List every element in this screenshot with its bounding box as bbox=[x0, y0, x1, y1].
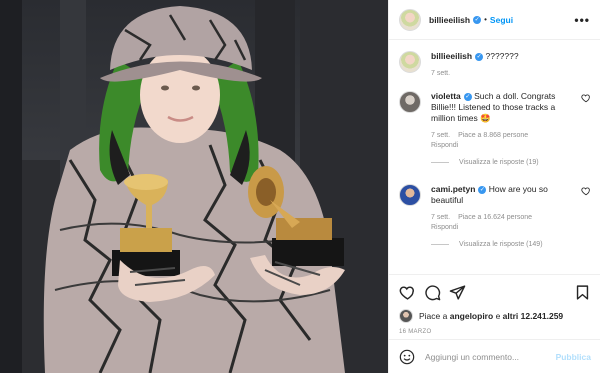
more-icon[interactable]: ••• bbox=[574, 13, 590, 27]
emoji-icon[interactable] bbox=[399, 349, 415, 365]
commenter-avatar[interactable] bbox=[399, 91, 421, 113]
likes-count[interactable]: altri 12.241.259 bbox=[503, 311, 564, 321]
comment-time[interactable]: 7 sett. bbox=[431, 132, 450, 139]
photo-illustration bbox=[0, 0, 388, 373]
verified-icon: ✓ bbox=[463, 92, 472, 101]
follow-button[interactable]: Segui bbox=[490, 15, 513, 25]
caption-text: ??????? bbox=[485, 51, 519, 61]
author-avatar[interactable] bbox=[399, 8, 421, 31]
view-replies-label: Visualizza le risposte (19) bbox=[459, 159, 539, 166]
verified-icon: ✓ bbox=[473, 15, 482, 24]
comment-time[interactable]: 7 sett. bbox=[431, 214, 450, 221]
header-separator: • bbox=[484, 15, 487, 24]
share-icon[interactable] bbox=[449, 284, 466, 301]
reply-button[interactable]: Rispondi bbox=[431, 142, 458, 149]
comment-item: violetta ✓ Such a doll. Congrats Billie!!… bbox=[399, 91, 591, 166]
likes-prefix: Piace a bbox=[419, 311, 448, 321]
caption-username[interactable]: billieeilish bbox=[431, 51, 472, 61]
replies-divider bbox=[431, 162, 449, 163]
view-replies[interactable]: Visualizza le risposte (149) bbox=[431, 241, 591, 248]
comment-username[interactable]: cami.petyn bbox=[431, 184, 475, 194]
verified-icon: ✓ bbox=[475, 52, 484, 61]
comment-item: cami.petyn ✓ How are you so beautiful 7 s… bbox=[399, 184, 591, 248]
instagram-post: billieeilish ✓ • Segui ••• billieeilish ✓… bbox=[0, 0, 600, 373]
post-side-panel: billieeilish ✓ • Segui ••• billieeilish ✓… bbox=[388, 0, 600, 373]
caption-time[interactable]: 7 sett. bbox=[431, 70, 450, 77]
replies-divider bbox=[431, 244, 449, 245]
view-replies[interactable]: Visualizza le risposte (19) bbox=[431, 159, 591, 166]
heart-icon[interactable] bbox=[399, 284, 416, 301]
verified-icon: ✓ bbox=[478, 185, 487, 194]
comment-input[interactable] bbox=[425, 351, 545, 362]
bookmark-icon[interactable] bbox=[574, 284, 591, 301]
comment-username[interactable]: violetta bbox=[431, 91, 461, 101]
heart-icon[interactable] bbox=[581, 93, 591, 103]
view-replies-label: Visualizza le risposte (149) bbox=[459, 241, 543, 248]
reply-button[interactable]: Rispondi bbox=[431, 224, 458, 231]
author-username[interactable]: billieeilish bbox=[429, 15, 470, 25]
add-comment-bar: Pubblica bbox=[389, 339, 600, 373]
post-date[interactable]: 16 MARZO bbox=[399, 329, 591, 335]
liker-username[interactable]: angelopiro bbox=[450, 311, 493, 321]
comment-likes[interactable]: Piace a 16.624 persone bbox=[458, 214, 532, 221]
post-header: billieeilish ✓ • Segui ••• bbox=[389, 0, 600, 40]
commenter-avatar[interactable] bbox=[399, 184, 421, 206]
caption-avatar[interactable] bbox=[399, 51, 421, 73]
heart-icon[interactable] bbox=[581, 186, 591, 196]
liker-avatar[interactable] bbox=[399, 309, 413, 323]
caption: billieeilish ✓ ??????? 7 sett. bbox=[399, 51, 591, 77]
publish-button[interactable]: Pubblica bbox=[556, 352, 591, 362]
post-actions: Piace a angelopiro e altri 12.241.259 16… bbox=[389, 274, 600, 335]
post-photo[interactable] bbox=[0, 0, 388, 373]
action-icons bbox=[399, 283, 591, 301]
comments-list[interactable]: billieeilish ✓ ??????? 7 sett. violetta ✓ … bbox=[389, 41, 600, 274]
likes-summary: Piace a angelopiro e altri 12.241.259 bbox=[399, 309, 591, 323]
comment-likes[interactable]: Piace a 8.868 persone bbox=[458, 132, 528, 139]
likes-middle: e bbox=[495, 311, 501, 321]
comment-icon[interactable] bbox=[424, 284, 441, 301]
